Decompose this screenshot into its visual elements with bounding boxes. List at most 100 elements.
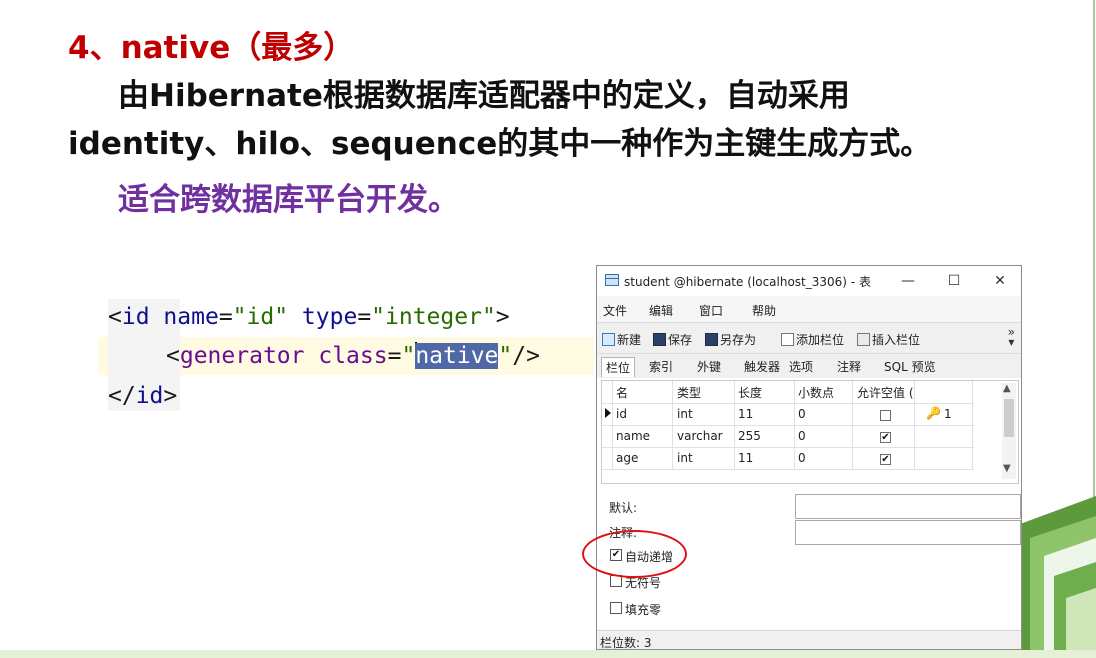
cell-field-decimals[interactable]: 0 [798, 429, 806, 443]
cell-field-length[interactable]: 11 [738, 451, 753, 465]
code-tag-name: id [121, 304, 150, 330]
cell-field-decimals[interactable]: 0 [798, 407, 806, 421]
tab-foreign-keys[interactable]: 外键 [693, 357, 725, 377]
cell-field-name[interactable]: age [616, 451, 638, 465]
code-tag-name: generator [179, 343, 305, 369]
scroll-up-icon[interactable]: ▲ [1003, 383, 1011, 394]
code-token: = [218, 304, 233, 330]
code-tag-name: id [135, 383, 164, 409]
save-icon [653, 333, 666, 346]
code-token: > [163, 383, 178, 409]
column-header-type[interactable]: 类型 [677, 384, 701, 401]
add-column-button-label: 添加栏位 [796, 333, 845, 347]
cell-field-length[interactable]: 255 [738, 429, 761, 443]
nullable-checkbox-id[interactable] [880, 410, 891, 421]
slide-paragraph-3: 适合跨数据库平台开发。 [118, 182, 459, 218]
cell-field-name[interactable]: name [616, 429, 650, 443]
column-header-decimals[interactable]: 小数点 [798, 384, 834, 401]
menu-window[interactable]: 窗口 [699, 302, 723, 319]
tab-sql-preview[interactable]: SQL 预览 [880, 357, 940, 377]
code-token: = [357, 304, 372, 330]
default-value-input[interactable] [795, 494, 1021, 519]
insert-column-button-label: 插入栏位 [872, 333, 921, 347]
code-attr-name: type [301, 304, 358, 330]
comment-input[interactable] [795, 520, 1021, 545]
code-token: < [166, 343, 180, 369]
cell-field-type[interactable]: int [677, 451, 693, 465]
tab-triggers[interactable]: 触发器 [740, 357, 784, 377]
code-line-3: </id> [108, 381, 177, 411]
primary-key-index: 1 [944, 407, 952, 421]
code-token: " [498, 343, 513, 369]
new-button-label: 新建 [617, 333, 642, 347]
tab-indexes[interactable]: 索引 [645, 357, 677, 377]
add-column-icon [781, 333, 794, 346]
slide-paragraph-1: 由Hibernate根据数据库适配器中的定义，自动采用 [118, 78, 850, 114]
status-bar: 栏位数: 3 [597, 630, 1021, 650]
code-attr-value: "id" [232, 304, 289, 330]
code-token: > [495, 304, 510, 330]
tab-comment[interactable]: 注释 [833, 357, 865, 377]
column-header-nullable[interactable]: 允许空值 ( [857, 384, 914, 401]
menu-edit[interactable]: 编辑 [649, 302, 673, 319]
minimize-button[interactable]: — [897, 271, 919, 291]
slide-heading: 4、native（最多） [68, 30, 355, 66]
primary-key-icon: 🔑 [926, 406, 941, 420]
field-count-status: 栏位数: 3 [600, 636, 652, 650]
new-file-icon [602, 333, 615, 346]
code-line-2[interactable]: <generator class="native"/> [166, 341, 540, 371]
save-as-button[interactable]: 另存为 [705, 331, 756, 348]
menu-help[interactable]: 帮助 [752, 302, 776, 319]
code-token: " [401, 343, 416, 369]
tab-bar: 栏位 索引 外键 触发器 选项 注释 SQL 预览 [597, 354, 1021, 378]
tab-options[interactable]: 选项 [785, 357, 817, 377]
column-header-name[interactable]: 名 [616, 384, 628, 401]
cell-field-length[interactable]: 11 [738, 407, 753, 421]
code-token: </ [108, 383, 136, 409]
cell-field-type[interactable]: varchar [677, 429, 723, 443]
tab-fields[interactable]: 栏位 [601, 357, 636, 377]
code-attr-name: class [318, 343, 388, 369]
fields-grid: 名 类型 长度 小数点 允许空值 ( id int 11 0 🔑 1 name … [601, 380, 1019, 484]
code-token: < [108, 304, 122, 330]
nullable-checkbox-name[interactable]: ✔ [880, 432, 891, 443]
maximize-button[interactable]: ☐ [943, 271, 965, 291]
nullable-checkbox-age[interactable]: ✔ [880, 454, 891, 465]
menu-file[interactable]: 文件 [603, 302, 627, 319]
zerofill-label[interactable]: 填充零 [625, 601, 661, 618]
add-column-button[interactable]: 添加栏位 [781, 331, 844, 348]
cell-field-decimals[interactable]: 0 [798, 451, 806, 465]
grid-vertical-scrollbar[interactable]: ▲ ▼ [1002, 383, 1016, 479]
scrollbar-thumb[interactable] [1004, 399, 1014, 437]
code-attr-name: name [163, 304, 219, 330]
selected-text[interactable]: native [415, 343, 499, 369]
toolbar-overflow-icon[interactable]: » ▾ [1008, 326, 1015, 349]
table-designer-window: student @hibernate (localhost_3306) - 表 … [582, 265, 1022, 650]
scroll-down-icon[interactable]: ▼ [1003, 463, 1011, 474]
green-decoration [1020, 496, 1096, 650]
save-button[interactable]: 保存 [653, 331, 692, 348]
cell-field-name[interactable]: id [616, 407, 627, 421]
code-token: /> [512, 343, 540, 369]
insert-column-icon [857, 333, 870, 346]
slide-paragraph-2: identity、hilo、sequence的其中一种作为主键生成方式。 [68, 126, 932, 162]
save-as-icon [705, 333, 718, 346]
red-annotation-circle [582, 530, 687, 578]
default-label: 默认: [609, 501, 638, 515]
save-button-label: 保存 [668, 333, 693, 347]
window-titlebar[interactable]: student @hibernate (localhost_3306) - 表 … [597, 266, 1021, 296]
toolbar: 新建 保存 另存为 添加栏位 插入栏位 » ▾ [597, 322, 1021, 354]
current-row-marker-icon [605, 408, 611, 418]
cell-field-type[interactable]: int [677, 407, 693, 421]
zerofill-checkbox[interactable] [610, 602, 622, 614]
column-header-length[interactable]: 长度 [738, 384, 762, 401]
slide-bottom-strip [0, 650, 1096, 658]
overflow-arrow: ▾ [1008, 335, 1015, 349]
window-title: student @hibernate (localhost_3306) - 表 [624, 275, 871, 289]
grid-line [602, 447, 974, 448]
code-line-1: <id name="id" type="integer"> [108, 302, 510, 332]
grid-line [602, 469, 974, 470]
insert-column-button[interactable]: 插入栏位 [857, 331, 920, 348]
new-button[interactable]: 新建 [602, 331, 641, 348]
close-button[interactable]: ✕ [989, 271, 1011, 291]
